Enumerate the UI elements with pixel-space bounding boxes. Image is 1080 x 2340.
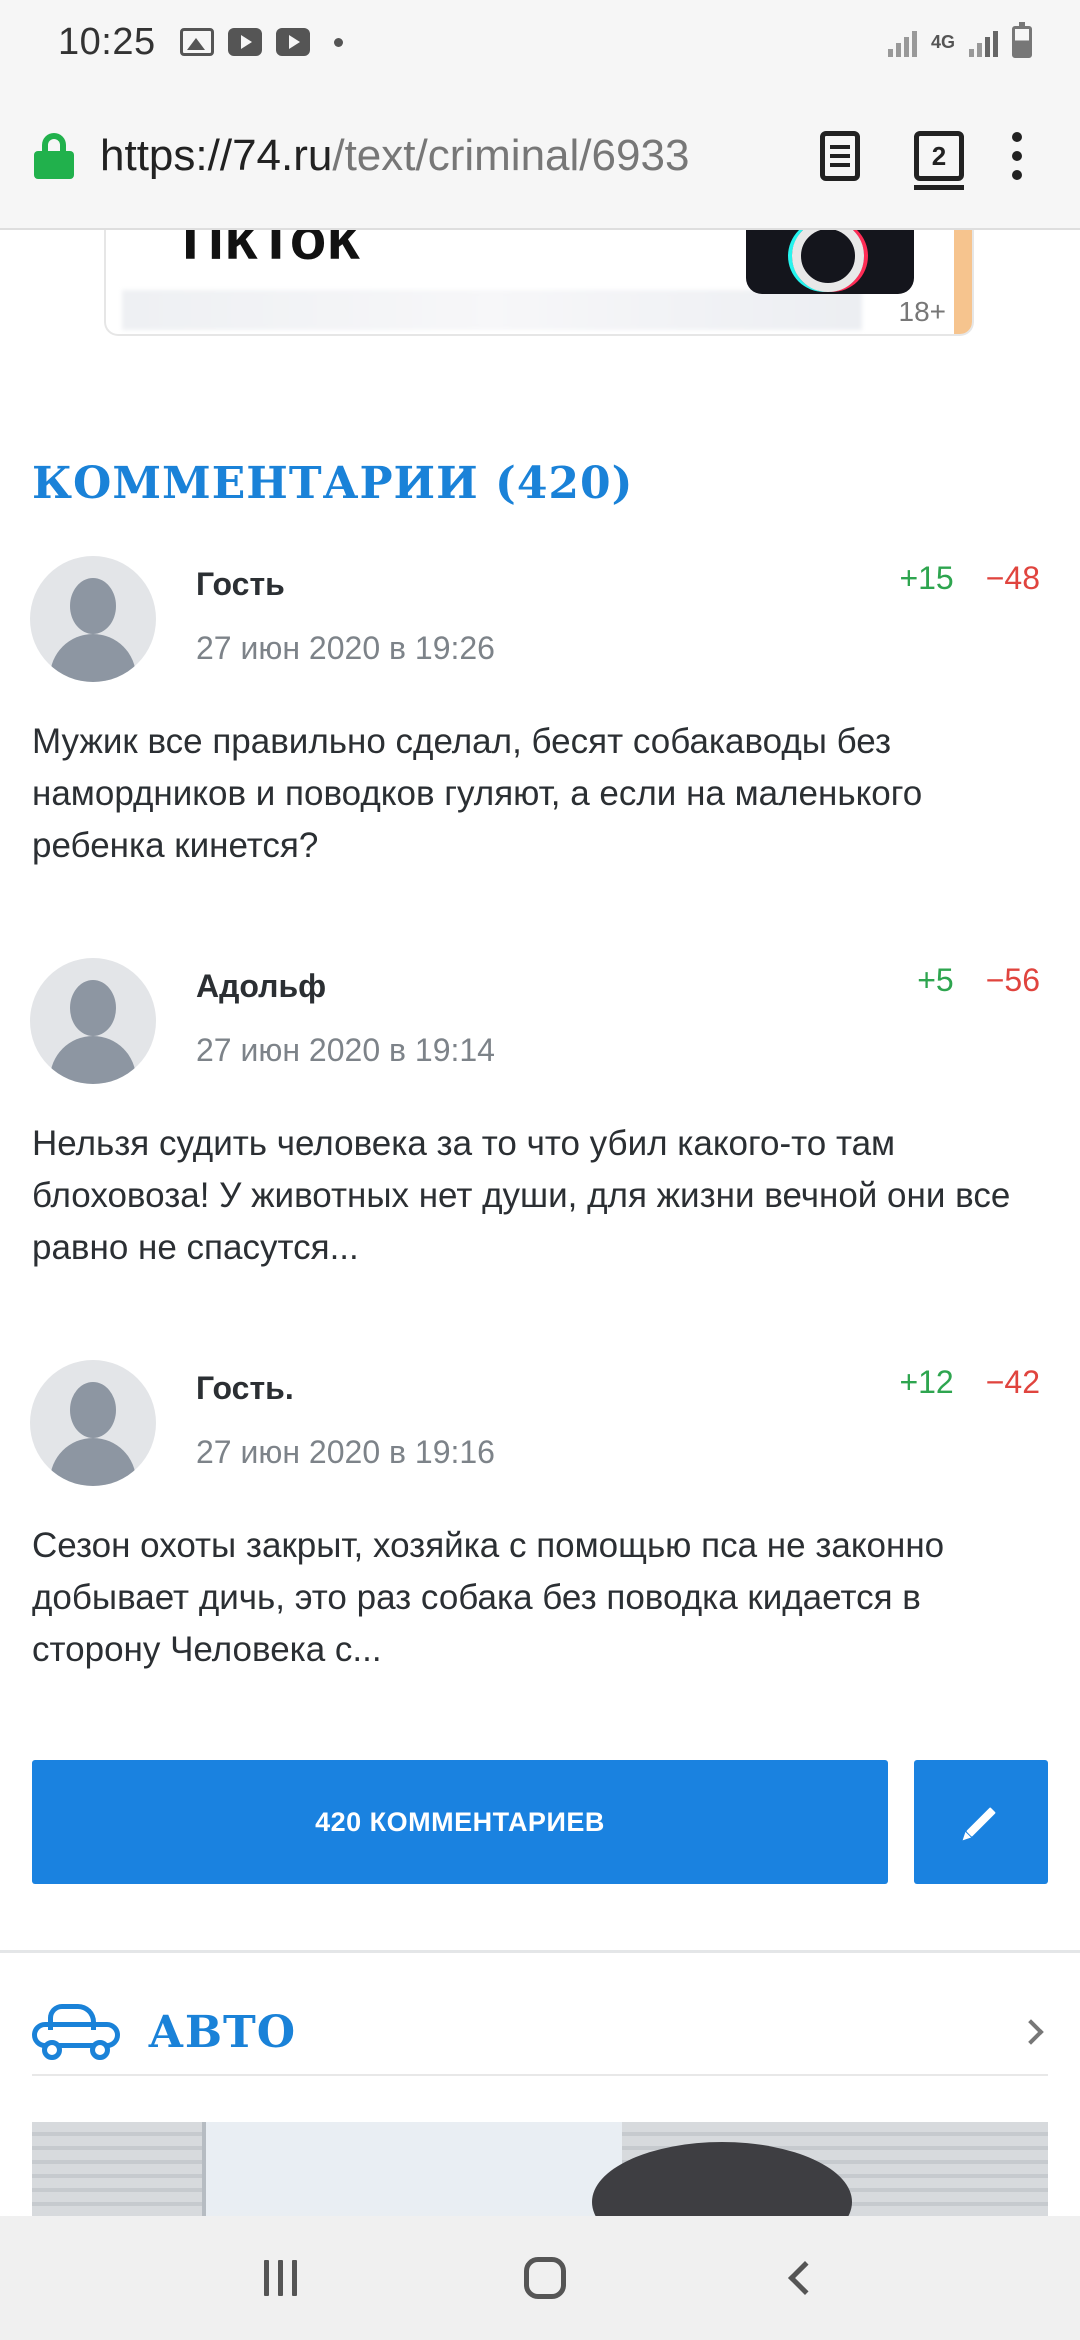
age-rating: 18+ xyxy=(898,296,947,327)
comment-author: Адольф xyxy=(196,968,327,1004)
comment-votes: +12 −42 xyxy=(899,1364,1040,1401)
system-icons: 4G xyxy=(887,22,1032,58)
ad-accent-stripe xyxy=(954,230,972,334)
auto-section-header[interactable]: АВТО xyxy=(32,1990,1048,2076)
tiktok-logo-icon xyxy=(746,230,914,294)
upvote-button[interactable]: +15 xyxy=(899,560,953,597)
url-host: https://74.ru xyxy=(100,131,333,180)
more-menu-icon[interactable] xyxy=(1012,132,1022,180)
avatar xyxy=(30,1360,156,1486)
comment-date: 27 июн 2020 в 19:26 xyxy=(196,630,495,666)
downvote-button[interactable]: −42 xyxy=(986,1364,1040,1401)
comment-votes: +5 −56 xyxy=(917,962,1040,999)
notification-icons xyxy=(179,28,343,56)
avatar xyxy=(30,556,156,682)
back-icon[interactable] xyxy=(787,2261,822,2295)
auto-article-image[interactable] xyxy=(32,2122,1048,2216)
signal-icon xyxy=(887,27,917,57)
auto-section-title: АВТО xyxy=(148,2006,297,2058)
image-icon xyxy=(179,28,214,56)
downvote-button[interactable]: −56 xyxy=(986,962,1040,999)
youtube-icon xyxy=(275,28,310,56)
comment-author: Гость. xyxy=(196,1370,294,1406)
comment-author: Гость xyxy=(196,566,285,602)
comment-votes: +15 −48 xyxy=(899,560,1040,597)
ad-background xyxy=(122,290,862,330)
all-comments-button[interactable]: 420 КОММЕНТАРИЕВ xyxy=(32,1760,888,1884)
comment-text: Мужик все правильно сделал, бесят собака… xyxy=(32,722,923,865)
network-type: 4G xyxy=(930,32,955,52)
home-icon[interactable] xyxy=(523,2257,566,2299)
write-comment-button[interactable] xyxy=(914,1760,1048,1884)
reader-mode-icon[interactable] xyxy=(820,131,860,181)
comment-date: 27 июн 2020 в 19:16 xyxy=(196,1434,495,1470)
ad-title: TikTok xyxy=(172,230,360,272)
section-divider xyxy=(0,1950,1080,1953)
signal-icon xyxy=(969,27,998,57)
comment-text: Нельзя судить человека за то что убил ка… xyxy=(32,1124,1011,1267)
pencil-icon xyxy=(966,1807,996,1837)
car-icon xyxy=(32,2004,120,2060)
battery-icon xyxy=(1012,22,1032,58)
system-nav-bar xyxy=(0,2216,1080,2340)
chevron-right-icon xyxy=(1018,2019,1044,2045)
ad-banner[interactable]: TikTok 18+ xyxy=(104,230,974,336)
browser-address-bar: https://74.ru/text/criminal/6933 2 xyxy=(0,84,1080,230)
downvote-button[interactable]: −48 xyxy=(986,560,1040,597)
status-time: 10:25 xyxy=(58,20,156,63)
dot-icon xyxy=(333,37,343,47)
avatar xyxy=(30,958,156,1084)
tabs-button[interactable]: 2 xyxy=(914,131,964,190)
comments-heading[interactable]: КОММЕНТАРИИ (420) xyxy=(32,458,633,509)
comment-date: 27 июн 2020 в 19:14 xyxy=(196,1032,495,1068)
recents-icon[interactable] xyxy=(263,2260,297,2296)
youtube-icon xyxy=(227,28,262,56)
url-path: /text/criminal/6933 xyxy=(332,131,690,180)
upvote-button[interactable]: +5 xyxy=(917,962,953,999)
status-bar: 10:25 4G xyxy=(0,0,1080,84)
upvote-button[interactable]: +12 xyxy=(899,1364,953,1401)
comment-text: Сезон охоты закрыт, хозяйка с помощью пс… xyxy=(32,1526,945,1669)
lock-icon[interactable] xyxy=(34,133,74,179)
url-field[interactable]: https://74.ru/text/criminal/6933 xyxy=(100,131,790,181)
